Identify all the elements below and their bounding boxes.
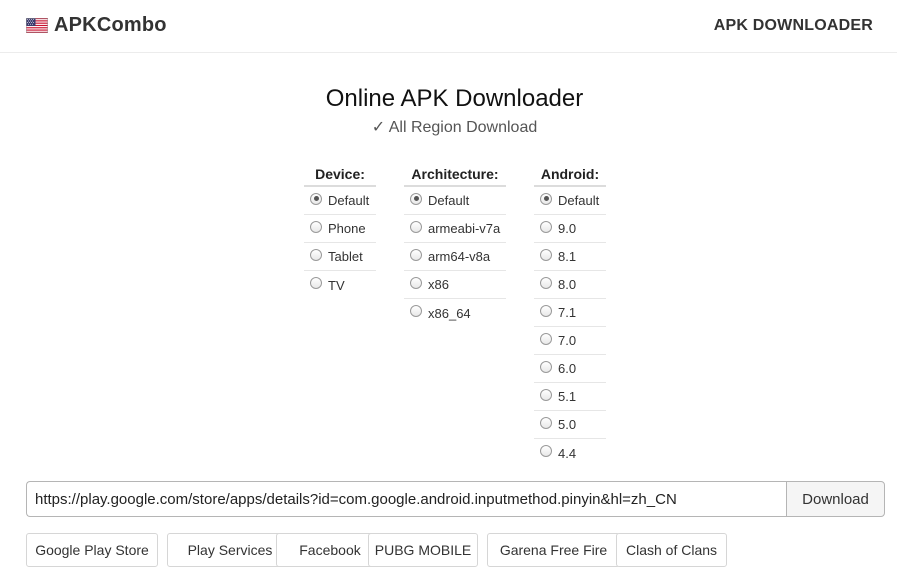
quick-link-tag[interactable]: Play Services [167,533,293,567]
quick-link-tag[interactable]: PUBG MOBILE [368,533,478,567]
apk-downloader-nav-link[interactable]: APK DOWNLOADER [714,17,873,35]
android-version-option-label: 8.0 [558,277,577,292]
android-version-option[interactable]: 9.0 [534,215,606,243]
android-column-header: Android: [534,164,606,187]
architecture-option-label: arm64-v8a [428,249,491,264]
device-column-header: Device: [304,164,376,187]
radio-button[interactable] [310,192,322,205]
page-subtitle: ✓ All Region Download [371,119,538,136]
device-option-label: Phone [328,221,366,236]
android-version-option[interactable]: 7.0 [534,327,606,355]
android-version-option-label: 6.0 [558,361,577,376]
android-version-option[interactable]: 7.1 [534,299,606,327]
device-options-column: Device: Default Phone Tablet TV [304,164,376,299]
page-title: Online APK Downloader [325,85,584,112]
radio-button[interactable] [540,388,552,401]
android-version-option-label: 4.4 [558,445,577,461]
android-version-option[interactable]: Default [534,187,606,215]
architecture-option-label: x86_64 [428,305,471,321]
device-option[interactable]: Phone [304,215,376,243]
architecture-column-header: Architecture: [404,164,506,187]
radio-button[interactable] [410,305,422,317]
radio-button[interactable] [540,416,552,429]
radio-button[interactable] [540,248,552,261]
quick-link-tag[interactable]: Clash of Clans [616,533,727,567]
radio-button[interactable] [310,277,322,289]
radio-button[interactable] [410,220,422,233]
architecture-options-column: Architecture: Default armeabi-v7a arm64-v8… [404,164,506,327]
android-version-option[interactable]: 6.0 [534,355,606,383]
android-version-option-label: 5.0 [558,417,577,432]
android-version-option-label: 5.1 [558,389,577,404]
android-version-option[interactable]: 5.0 [534,411,606,439]
device-option[interactable]: Tablet [304,243,376,271]
radio-button[interactable] [540,276,552,289]
radio-button[interactable] [540,445,552,457]
quick-link-tag[interactable]: Garena Free Fire [487,533,620,567]
url-download-form: Download [26,481,885,517]
device-option-label: TV [328,277,345,293]
radio-button[interactable] [540,332,552,345]
architecture-option[interactable]: x86_64 [404,299,506,327]
architecture-option-label: x86 [428,277,449,292]
radio-button[interactable] [410,192,422,205]
app-url-input[interactable] [26,481,786,517]
radio-button[interactable] [540,304,552,317]
radio-button[interactable] [540,220,552,233]
android-version-option-label: 7.0 [558,333,577,348]
android-version-option[interactable]: 8.0 [534,271,606,299]
android-version-option[interactable]: 5.1 [534,383,606,411]
android-version-option-label: 9.0 [558,221,577,236]
radio-button[interactable] [310,248,322,261]
android-options-column: Android: Default 9.0 8.1 8.0 7.1 7.0 6.0 5.1 5.0… [534,164,606,467]
android-version-option-label: 7.1 [558,305,577,320]
architecture-option[interactable]: x86 [404,271,506,299]
quick-link-tag[interactable]: Google Play Store [26,533,158,567]
android-version-option-label: Default [558,193,600,208]
android-version-option[interactable]: 4.4 [534,439,606,467]
radio-button[interactable] [540,360,552,373]
architecture-option[interactable]: armeabi-v7a [404,215,506,243]
brand-logo-link[interactable]: APKCombo [26,14,167,37]
architecture-option-label: Default [428,193,470,208]
us-flag-icon [26,18,48,33]
device-option[interactable]: TV [304,271,376,299]
device-option-label: Default [328,193,370,208]
architecture-option[interactable]: arm64-v8a [404,243,506,271]
download-button[interactable]: Download [786,481,885,517]
top-navbar: APKCombo APK DOWNLOADER [0,0,897,53]
device-option-label: Tablet [328,249,363,264]
architecture-option[interactable]: Default [404,187,506,215]
brand-name: APKCombo [54,14,167,36]
radio-button[interactable] [310,220,322,233]
android-version-option-label: 8.1 [558,249,577,264]
device-option[interactable]: Default [304,187,376,215]
radio-button[interactable] [410,276,422,289]
radio-button[interactable] [540,192,552,205]
android-version-option[interactable]: 8.1 [534,243,606,271]
architecture-option-label: armeabi-v7a [428,221,501,236]
radio-button[interactable] [410,248,422,261]
